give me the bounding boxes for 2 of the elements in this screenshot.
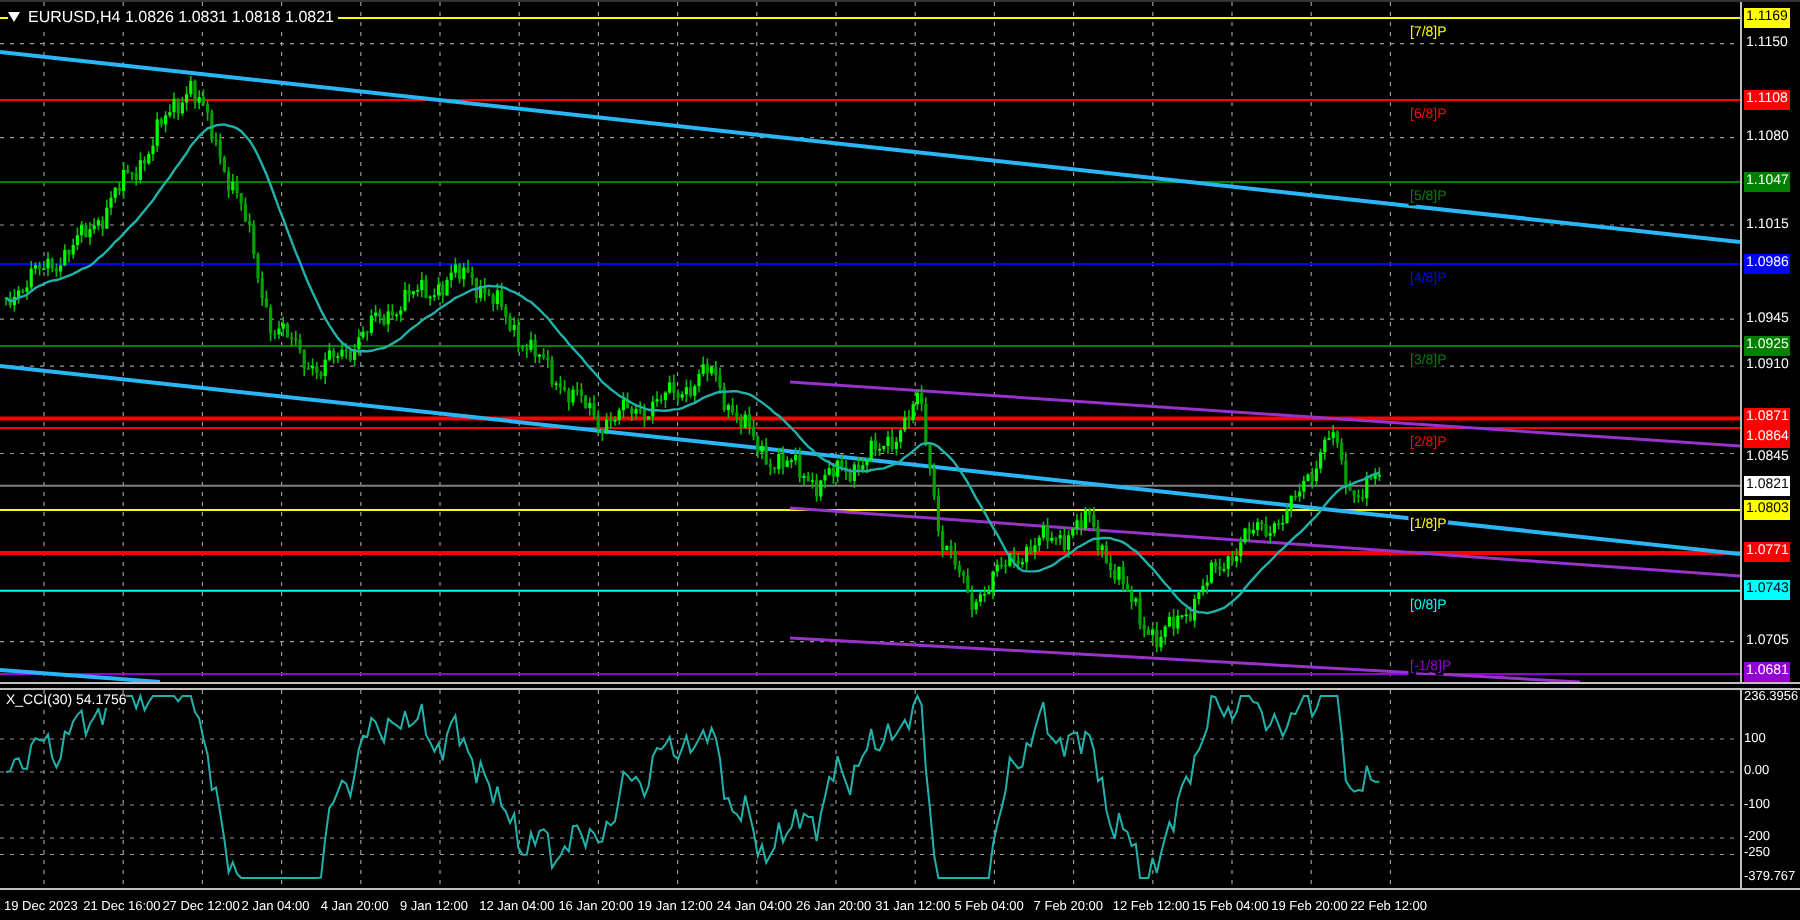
- symbol-quote-label: EURUSD,H4 1.0826 1.0831 1.0818 1.0821: [28, 8, 334, 26]
- dropdown-triangle-icon[interactable]: [8, 12, 20, 22]
